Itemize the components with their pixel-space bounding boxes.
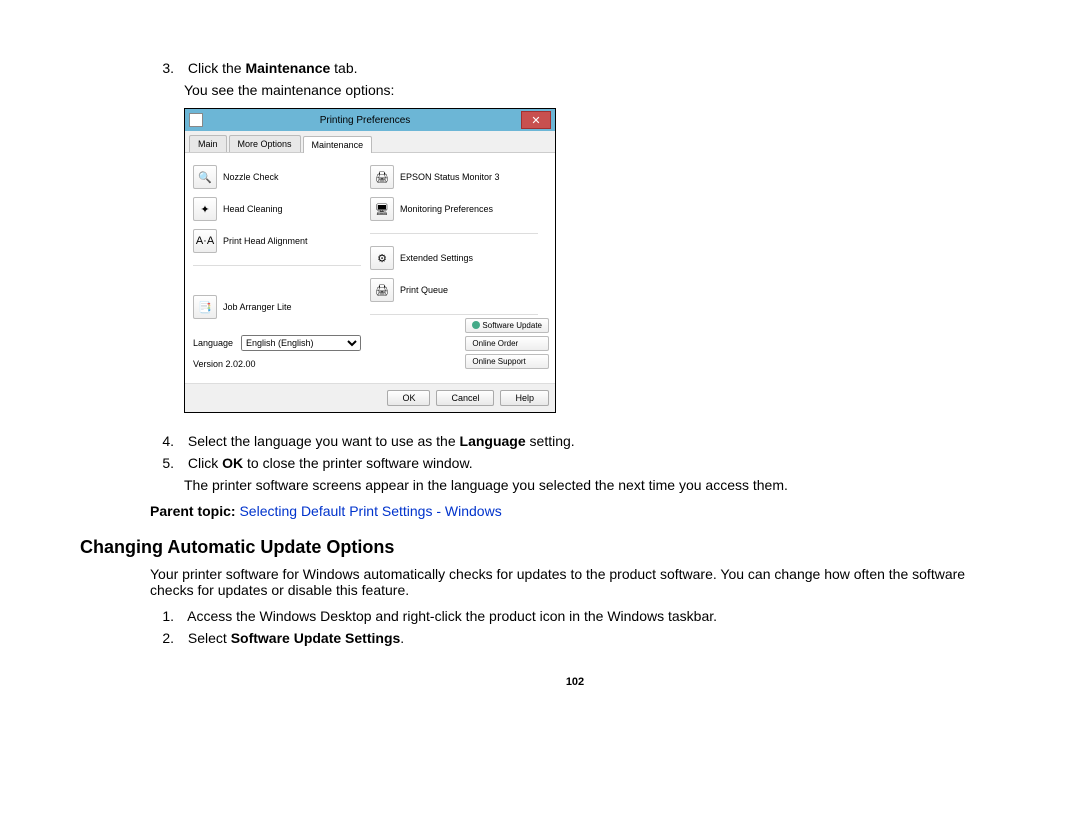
- ok-button[interactable]: OK: [387, 390, 430, 406]
- nozzle-check-icon: 🔍: [193, 165, 217, 189]
- extended-settings-button[interactable]: ⚙ Extended Settings: [370, 246, 547, 270]
- job-arranger-button[interactable]: 📑 Job Arranger Lite: [193, 295, 370, 319]
- step-number: 3.: [150, 60, 174, 76]
- print-queue-icon: 🖨: [370, 278, 394, 302]
- step-text: Select Software Update Settings.: [188, 630, 404, 646]
- titlebar: Printing Preferences ✕: [185, 109, 555, 131]
- step-5-subtext: The printer software screens appear in t…: [184, 477, 1000, 493]
- right-buttons: Software Update Online Order Online Supp…: [465, 318, 549, 369]
- print-head-alignment-button[interactable]: A·A Print Head Alignment: [193, 229, 370, 253]
- page-number: 102: [150, 676, 1000, 688]
- nozzle-check-label: Nozzle Check: [223, 172, 279, 182]
- status-monitor-icon: 🖨: [370, 165, 394, 189]
- step-text: Click the Maintenance tab.: [188, 60, 358, 76]
- tab-maintenance[interactable]: Maintenance: [303, 136, 373, 153]
- cancel-button[interactable]: Cancel: [436, 390, 494, 406]
- language-row: Language English (English) Software Upda…: [185, 331, 555, 355]
- parent-topic-link[interactable]: Selecting Default Print Settings - Windo…: [239, 503, 501, 519]
- divider: [370, 233, 538, 234]
- step-4: 4. Select the language you want to use a…: [150, 433, 1000, 449]
- step-text: Access the Windows Desktop and right-cli…: [187, 608, 717, 624]
- tab-more-options[interactable]: More Options: [229, 135, 301, 152]
- printing-preferences-dialog: Printing Preferences ✕ Main More Options…: [184, 108, 556, 413]
- update-icon: [472, 321, 480, 329]
- step-number: 5.: [150, 455, 174, 471]
- step-3: 3. Click the Maintenance tab.: [150, 60, 1000, 76]
- online-support-button[interactable]: Online Support: [465, 354, 549, 369]
- extended-settings-icon: ⚙: [370, 246, 394, 270]
- language-select[interactable]: English (English): [241, 335, 361, 351]
- monitoring-label: Monitoring Preferences: [400, 204, 493, 214]
- tab-main[interactable]: Main: [189, 135, 227, 152]
- tab-row: Main More Options Maintenance: [185, 131, 555, 153]
- job-arranger-icon: 📑: [193, 295, 217, 319]
- print-queue-label: Print Queue: [400, 285, 448, 295]
- app-icon: [189, 113, 203, 127]
- footer-buttons: OK Cancel Help: [185, 383, 555, 412]
- divider: [370, 314, 538, 315]
- language-label: Language: [193, 338, 241, 348]
- software-update-button[interactable]: Software Update: [465, 318, 549, 333]
- close-button[interactable]: ✕: [521, 111, 551, 129]
- head-cleaning-icon: ✦: [193, 197, 217, 221]
- step-5: 5. Click OK to close the printer softwar…: [150, 455, 1000, 471]
- step-number: 4.: [150, 433, 174, 449]
- job-arranger-label: Job Arranger Lite: [223, 302, 292, 312]
- new-step-2: 2. Select Software Update Settings.: [150, 630, 1000, 646]
- status-monitor-button[interactable]: 🖨 EPSON Status Monitor 3: [370, 165, 547, 189]
- parent-topic: Parent topic: Selecting Default Print Se…: [150, 503, 1000, 519]
- monitoring-icon: 🖥: [370, 197, 394, 221]
- head-cleaning-label: Head Cleaning: [223, 204, 283, 214]
- nozzle-check-button[interactable]: 🔍 Nozzle Check: [193, 165, 370, 189]
- maintenance-panel: 🔍 Nozzle Check ✦ Head Cleaning A·A Print…: [185, 153, 555, 331]
- online-order-button[interactable]: Online Order: [465, 336, 549, 351]
- monitoring-preferences-button[interactable]: 🖥 Monitoring Preferences: [370, 197, 547, 221]
- step-3-subtext: You see the maintenance options:: [184, 82, 1000, 98]
- parent-topic-label: Parent topic:: [150, 503, 239, 519]
- print-queue-button[interactable]: 🖨 Print Queue: [370, 278, 547, 302]
- alignment-label: Print Head Alignment: [223, 236, 308, 246]
- head-cleaning-button[interactable]: ✦ Head Cleaning: [193, 197, 370, 221]
- help-button[interactable]: Help: [500, 390, 549, 406]
- section-heading: Changing Automatic Update Options: [80, 537, 1000, 558]
- step-text: Click OK to close the printer software w…: [188, 455, 473, 471]
- status-monitor-label: EPSON Status Monitor 3: [400, 172, 500, 182]
- dialog-screenshot: Printing Preferences ✕ Main More Options…: [184, 108, 1000, 413]
- step-text: Select the language you want to use as t…: [188, 433, 575, 449]
- extended-settings-label: Extended Settings: [400, 253, 473, 263]
- step-number: 2.: [150, 630, 174, 646]
- right-column: 🖨 EPSON Status Monitor 3 🖥 Monitoring Pr…: [370, 161, 547, 323]
- left-column: 🔍 Nozzle Check ✦ Head Cleaning A·A Print…: [193, 161, 370, 323]
- new-step-1: 1. Access the Windows Desktop and right-…: [150, 608, 1000, 624]
- section-body: Your printer software for Windows automa…: [150, 566, 1000, 598]
- dialog-title: Printing Preferences: [209, 115, 521, 126]
- divider: [193, 265, 361, 266]
- bottom-section: Language English (English) Software Upda…: [185, 331, 555, 383]
- step-number: 1.: [150, 608, 174, 624]
- alignment-icon: A·A: [193, 229, 217, 253]
